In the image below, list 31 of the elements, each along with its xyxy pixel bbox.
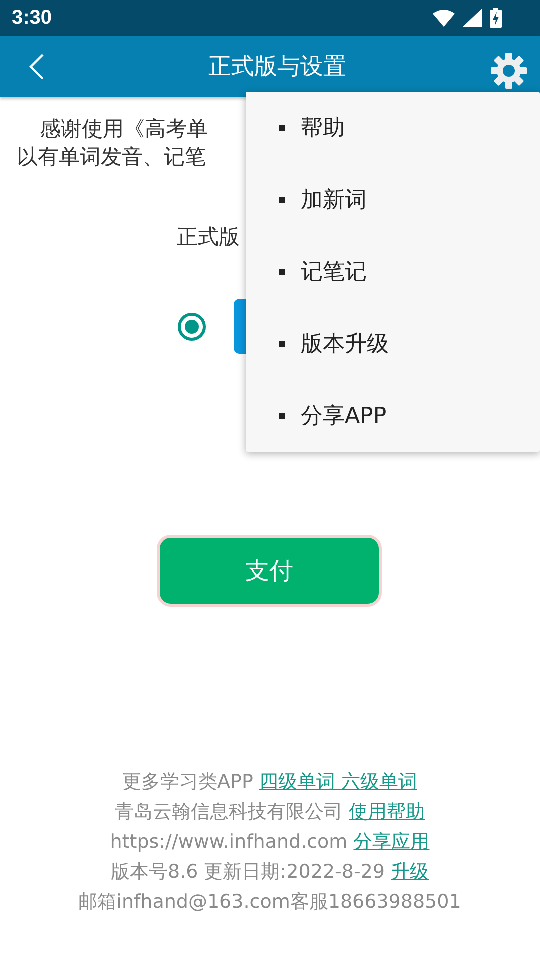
footer-link[interactable]: 升级 — [391, 861, 430, 883]
footer-link[interactable]: 四级单词 六级单词 — [259, 771, 418, 793]
bullet-icon — [279, 269, 285, 275]
footer-link[interactable]: 使用帮助 — [349, 801, 426, 823]
footer-text: https://www.infhand.com — [110, 831, 349, 853]
footer-link[interactable]: 分享应用 — [354, 831, 430, 853]
menu-item[interactable]: 加新词 — [246, 164, 540, 236]
signal-icon — [463, 9, 482, 27]
footer-text: 更多学习类APP — [122, 771, 254, 793]
bullet-icon — [279, 125, 285, 131]
menu-item[interactable]: 分享APP — [246, 380, 540, 452]
bullet-icon — [279, 413, 285, 419]
footer-text: 青岛云翰信息科技有限公司 — [114, 801, 344, 823]
intro-text: 以有单词发音、记笔 — [17, 144, 206, 171]
battery-icon — [490, 8, 502, 28]
bullet-icon — [279, 197, 285, 203]
bullet-icon — [279, 341, 285, 347]
status-time: 3:30 — [12, 6, 52, 30]
menu-item[interactable]: 记笔记 — [246, 236, 540, 308]
version-label: 正式版 — [177, 224, 240, 251]
back-icon[interactable] — [29, 54, 45, 80]
screen-title: 正式版与设置 — [208, 53, 346, 82]
menu-item[interactable]: 版本升级 — [246, 308, 540, 380]
app-icon — [234, 299, 246, 354]
menu-item[interactable]: 帮助 — [246, 92, 540, 164]
footer-text: 邮箱infhand@163.com客服18663988501 — [78, 891, 462, 913]
intro-text: 感谢使用《高考单 — [40, 116, 208, 143]
footer-text: 版本号8.6 更新日期:2022-8-29 — [110, 861, 386, 883]
wifi-icon — [433, 9, 455, 27]
radio-button[interactable] — [178, 312, 206, 340]
settings-icon[interactable] — [490, 52, 528, 90]
